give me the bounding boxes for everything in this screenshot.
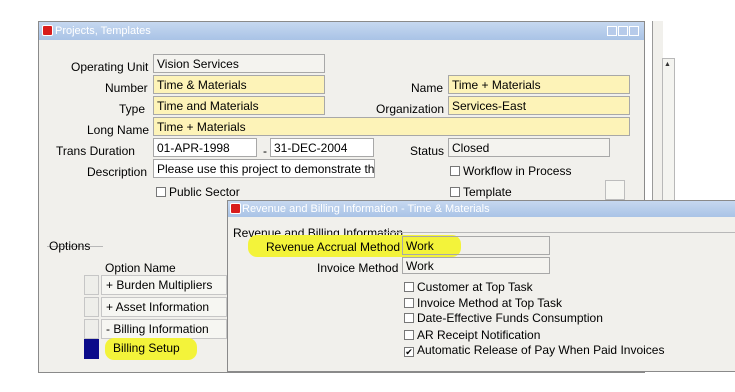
- window-title: Projects, Templates: [55, 25, 151, 37]
- selected-node-icon[interactable]: [84, 339, 99, 359]
- checkbox-icon: [404, 313, 414, 323]
- operating-unit-label: Operating Unit: [71, 60, 149, 74]
- trans-duration-label: Trans Duration: [56, 144, 135, 158]
- date-effective-funds-label: Date-Effective Funds Consumption: [417, 311, 603, 325]
- invoice-method-label: Invoice Method: [317, 261, 399, 275]
- checkbox-icon: [404, 282, 414, 292]
- option-billing-setup[interactable]: Billing Setup: [101, 339, 227, 359]
- date-effective-funds-checkbox[interactable]: Date-Effective Funds Consumption: [404, 311, 603, 325]
- checkmark-icon: ✔: [404, 347, 414, 357]
- template-checkbox[interactable]: Template: [450, 185, 512, 199]
- checkbox-icon: [404, 298, 414, 308]
- type-field[interactable]: Time and Materials: [153, 96, 325, 115]
- customer-top-task-checkbox[interactable]: Customer at Top Task: [404, 280, 533, 294]
- trans-duration-end-field[interactable]: 31-DEC-2004: [270, 138, 374, 157]
- long-name-label: Long Name: [87, 123, 150, 137]
- options-heading: Options: [49, 239, 91, 253]
- public-sector-label: Public Sector: [169, 185, 240, 199]
- invoice-method-top-task-checkbox[interactable]: Invoice Method at Top Task: [404, 296, 562, 310]
- minimize-icon[interactable]: [607, 26, 617, 36]
- tree-node-icon[interactable]: [84, 275, 99, 295]
- option-name-header: Option Name: [105, 261, 176, 275]
- number-label: Number: [105, 81, 148, 95]
- invoice-method-field[interactable]: Work: [402, 257, 550, 274]
- section-divider: [381, 232, 735, 233]
- automatic-release-label: Automatic Release of Pay When Paid Invoi…: [417, 343, 665, 357]
- trans-duration-separator: -: [263, 144, 267, 158]
- option-asset-information[interactable]: + Asset Information: [101, 297, 227, 317]
- number-field[interactable]: Time & Materials: [153, 75, 325, 94]
- maximize-icon[interactable]: [618, 26, 628, 36]
- checkbox-icon: [450, 187, 460, 197]
- organization-label: Organization: [376, 102, 445, 116]
- ar-receipt-notification-checkbox[interactable]: AR Receipt Notification: [404, 328, 540, 342]
- invoice-method-top-task-label: Invoice Method at Top Task: [417, 296, 562, 310]
- dialog-title: Revenue and Billing Information - Time &…: [242, 203, 490, 215]
- window-title-bar[interactable]: Projects, Templates: [39, 22, 644, 40]
- organization-field[interactable]: Services-East: [448, 96, 630, 115]
- type-label: Type: [119, 102, 146, 116]
- description-field[interactable]: Please use this project to demonstrate t…: [153, 159, 375, 178]
- tree-node-icon[interactable]: [84, 319, 99, 339]
- checkbox-icon: [156, 187, 166, 197]
- option-burden-multipliers[interactable]: + Burden Multipliers: [101, 275, 227, 295]
- scroll-up-icon[interactable]: ▲: [663, 60, 672, 69]
- name-field[interactable]: Time + Materials: [448, 75, 630, 94]
- description-label: Description: [87, 165, 148, 179]
- tree-node-icon[interactable]: [84, 297, 99, 317]
- template-label: Template: [463, 185, 512, 199]
- long-name-field[interactable]: Time + Materials: [153, 117, 630, 136]
- workflow-checkbox[interactable]: Workflow in Process: [450, 164, 571, 178]
- close-icon[interactable]: [629, 26, 639, 36]
- status-field[interactable]: Closed: [448, 138, 610, 157]
- automatic-release-checkbox[interactable]: ✔ Automatic Release of Pay When Paid Invo…: [404, 343, 664, 357]
- operating-unit-field[interactable]: Vision Services: [153, 54, 325, 73]
- public-sector-checkbox[interactable]: Public Sector: [156, 185, 240, 199]
- workflow-label: Workflow in Process: [463, 164, 572, 178]
- name-label: Name: [411, 81, 444, 95]
- trans-duration-start-field[interactable]: 01-APR-1998: [153, 138, 257, 157]
- revenue-billing-dialog: Revenue and Billing Information - Time &…: [227, 200, 735, 372]
- revenue-accrual-label: Revenue Accrual Method: [266, 240, 401, 254]
- revenue-accrual-field[interactable]: Work: [402, 236, 550, 255]
- checkbox-icon: [404, 330, 414, 340]
- template-lov-button[interactable]: [605, 180, 625, 200]
- status-label: Status: [410, 144, 445, 158]
- dialog-title-bar[interactable]: Revenue and Billing Information - Time &…: [228, 201, 735, 217]
- oracle-icon: [230, 203, 241, 214]
- checkbox-icon: [450, 166, 460, 176]
- option-billing-information[interactable]: - Billing Information: [101, 319, 227, 339]
- ar-receipt-notification-label: AR Receipt Notification: [417, 328, 541, 342]
- oracle-icon: [42, 25, 53, 36]
- customer-top-task-label: Customer at Top Task: [417, 280, 533, 294]
